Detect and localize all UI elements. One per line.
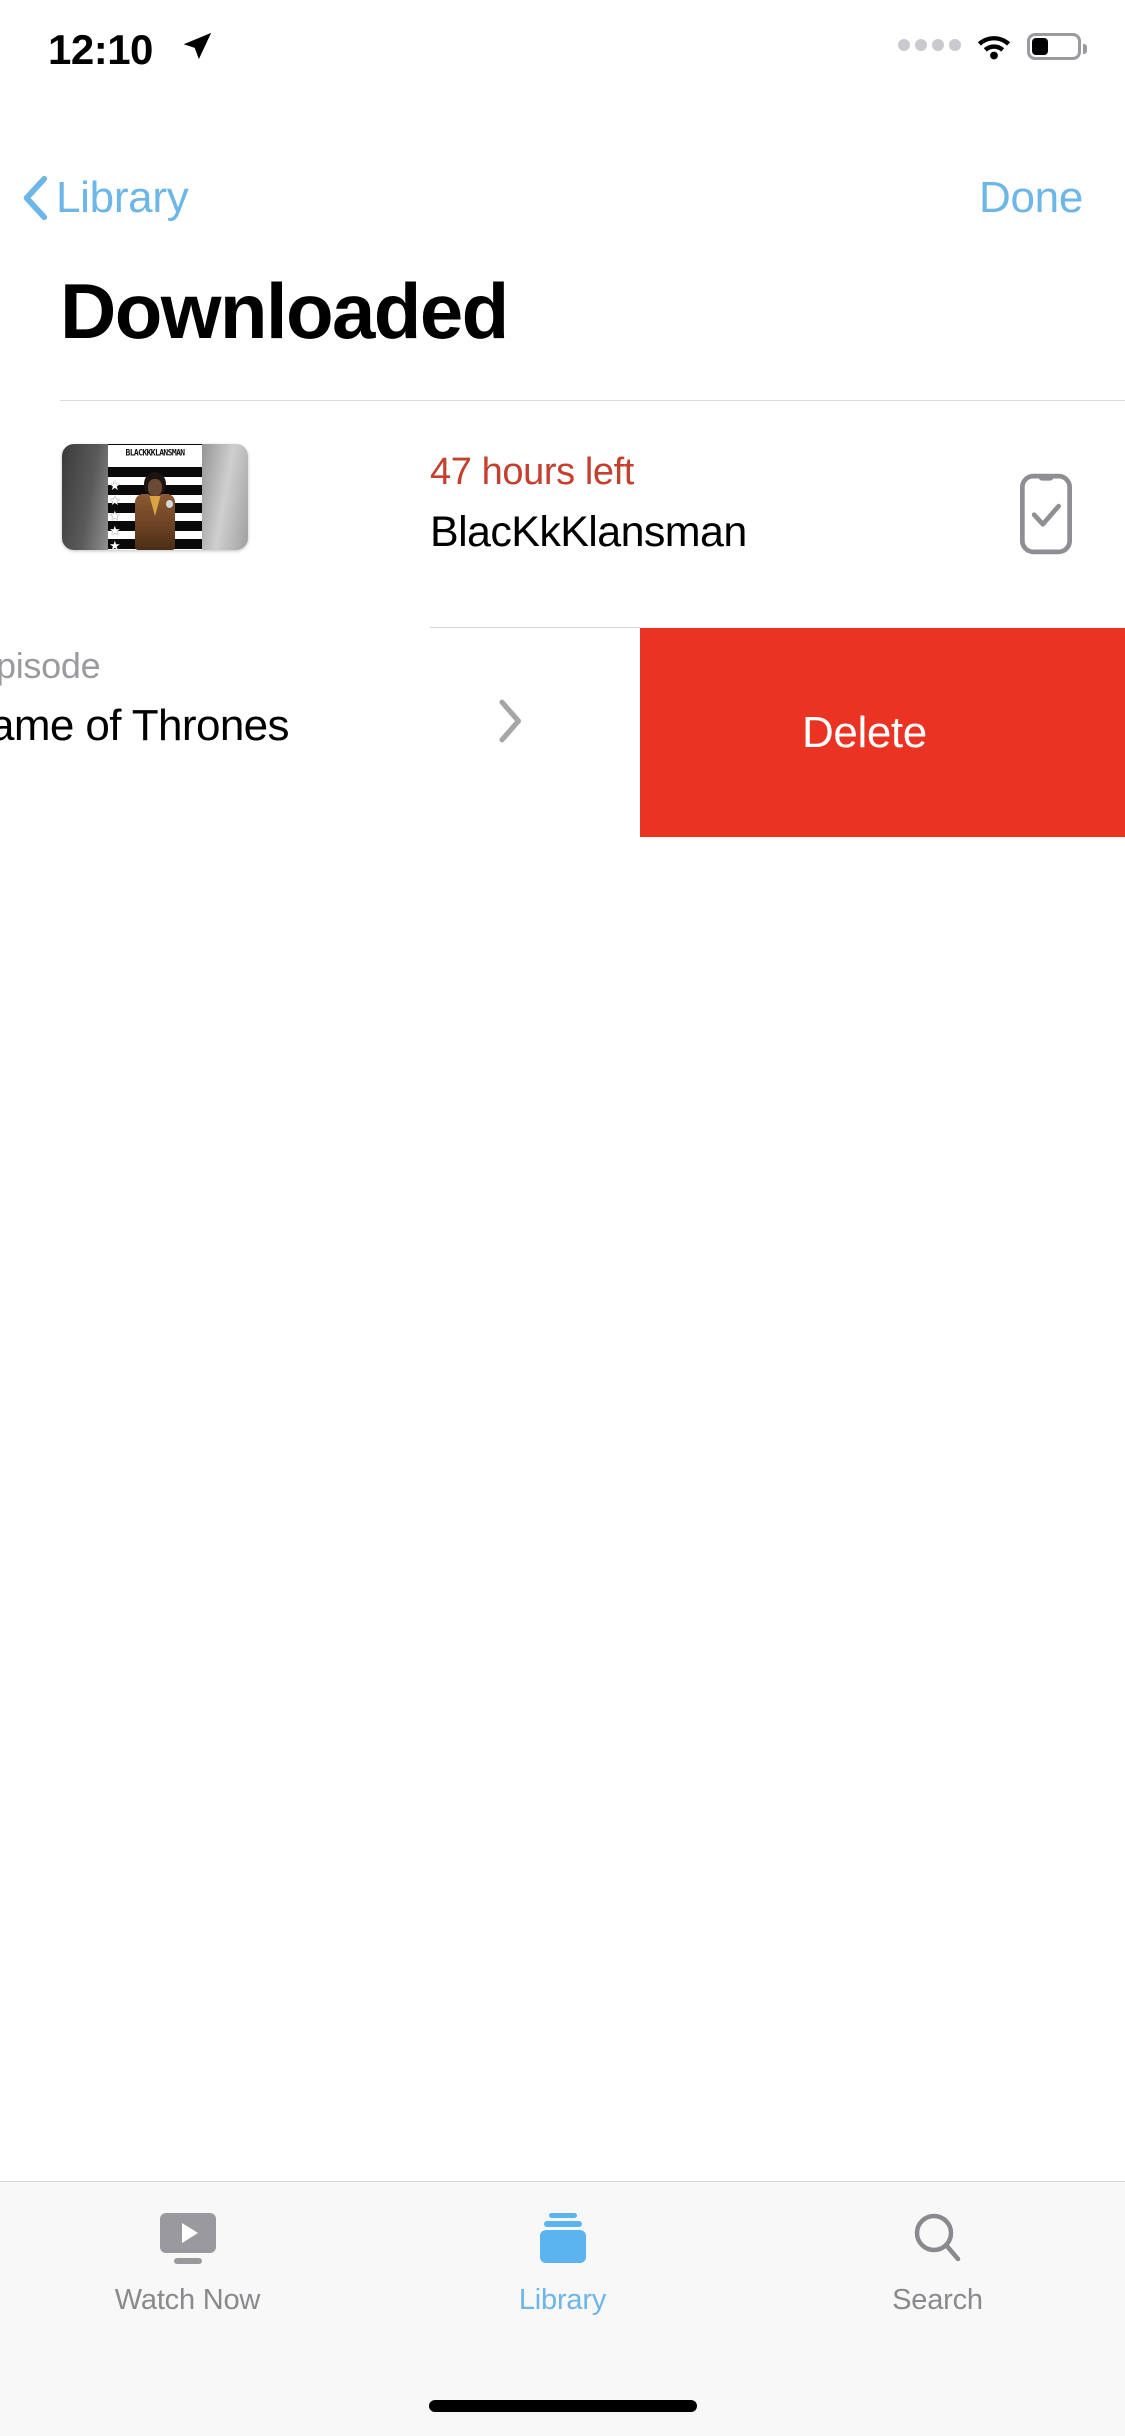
poster-title-text: BLACKKKLANSMAN: [108, 445, 202, 460]
status-bar-time: 12:10: [48, 26, 153, 73]
episode-subtitle: pisode: [0, 645, 101, 686]
status-bar-indicators: [898, 26, 1087, 66]
tv-play-icon: [157, 2202, 219, 2276]
delete-button[interactable]: Delete: [640, 628, 1125, 837]
row-text-block: 47 hours left BlacKkKlansman: [430, 453, 747, 554]
tab-label-watch-now: Watch Now: [114, 2284, 261, 2316]
chevron-right-icon[interactable]: [497, 699, 523, 743]
tab-search[interactable]: Search: [750, 2182, 1125, 2342]
done-button[interactable]: Done: [979, 176, 1083, 220]
chevron-left-icon: [23, 176, 48, 220]
delete-button-label: Delete: [802, 707, 927, 757]
back-button-library[interactable]: Library: [22, 173, 189, 222]
poster-figure: [133, 470, 177, 550]
poster-artwork: BLACKKKLANSMAN ★ ★ ★ ★ ★: [108, 444, 202, 550]
tab-label-library: Library: [518, 2284, 607, 2316]
wifi-icon: [977, 36, 1011, 60]
movie-title: BlacKkKlansman: [430, 508, 747, 556]
navigation-bar: Library Done: [0, 100, 1125, 220]
tab-bar: Watch Now Library Search: [0, 2181, 1125, 2436]
back-button-label: Library: [56, 173, 189, 222]
show-title: ame of Thrones: [0, 701, 290, 750]
battery-icon: [1027, 32, 1087, 60]
iphone-downloaded-check-icon: [1019, 473, 1073, 555]
tab-watch-now[interactable]: Watch Now: [0, 2182, 375, 2342]
movie-poster-thumbnail: BLACKKKLANSMAN ★ ★ ★ ★ ★: [62, 444, 248, 550]
location-arrow-icon: [183, 32, 212, 60]
table-row[interactable]: BLACKKKLANSMAN ★ ★ ★ ★ ★ 47 hours left BlacK…: [0, 401, 1125, 627]
status-bar: 12:10: [0, 0, 1125, 100]
expiry-status-text: 47 hours left: [430, 451, 634, 493]
row-text-block: pisode ame of Thrones: [0, 645, 290, 750]
library-stack-icon: [532, 2202, 594, 2276]
cellular-dots-icon: [898, 39, 961, 51]
table-row[interactable]: pisode ame of Thrones Delete: [0, 628, 1125, 838]
tab-label-search: Search: [892, 2284, 983, 2316]
tab-library[interactable]: Library: [375, 2182, 750, 2342]
page-title: Downloaded: [60, 267, 509, 355]
home-indicator-bar[interactable]: [428, 2400, 697, 2412]
magnifier-icon: [907, 2202, 969, 2276]
